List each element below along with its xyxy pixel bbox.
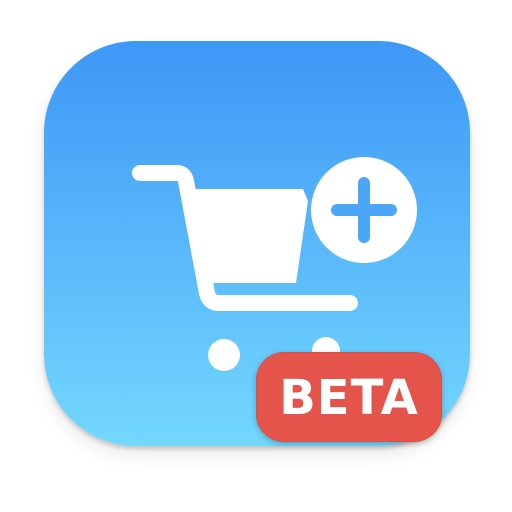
beta-badge: BETA [256,352,442,442]
icon-canvas: BETA [0,0,512,512]
beta-label: BETA [279,370,419,426]
plus-circle-icon [311,157,417,263]
